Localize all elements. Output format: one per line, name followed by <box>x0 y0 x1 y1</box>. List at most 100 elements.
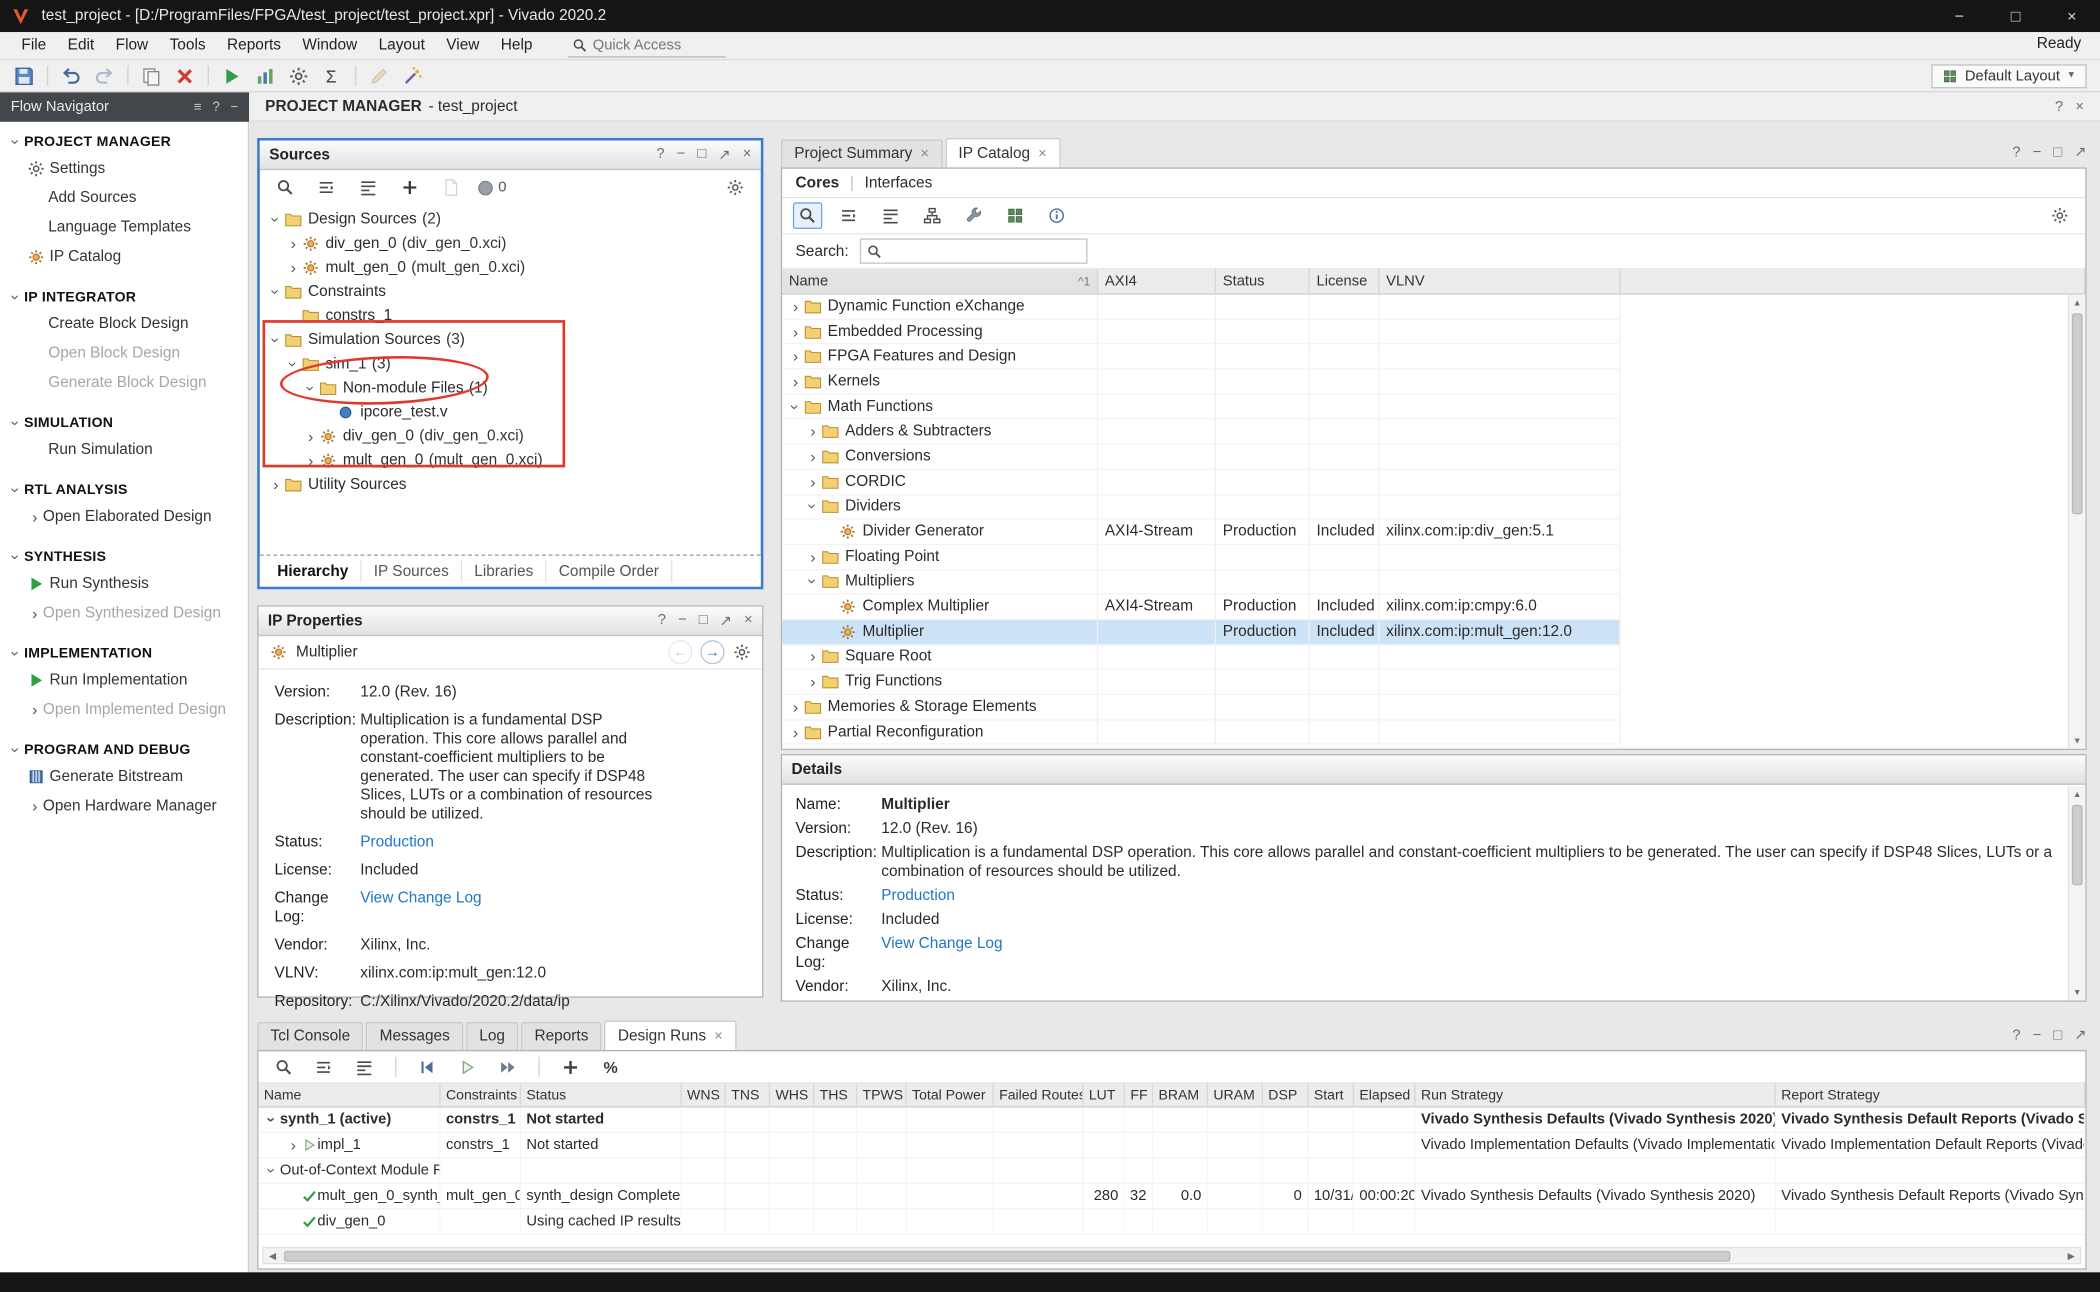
step-back-icon[interactable] <box>413 1053 442 1080</box>
help-icon[interactable]: ? <box>2012 1027 2020 1043</box>
property-value[interactable]: View Change Log <box>360 889 481 927</box>
float-icon[interactable]: ↗ <box>718 146 730 163</box>
close-icon[interactable]: × <box>743 146 752 163</box>
expander-chevron[interactable]: › <box>285 356 301 372</box>
minimize-icon[interactable]: − <box>1931 0 1987 32</box>
sidebar-item-generate-block-design[interactable]: Generate Block Design <box>0 368 248 397</box>
expander-chevron[interactable]: › <box>805 674 821 690</box>
fast-forward-icon[interactable] <box>493 1053 522 1080</box>
maximize-icon[interactable]: □ <box>1988 0 2044 32</box>
percent-icon[interactable]: % <box>596 1053 625 1080</box>
expander-chevron[interactable]: › <box>788 399 804 415</box>
maximize-icon[interactable]: □ <box>2053 144 2062 160</box>
float-icon[interactable]: ↗ <box>2074 1026 2086 1043</box>
back-icon[interactable]: ← <box>668 640 692 664</box>
tab-ip-catalog[interactable]: IP Catalog × <box>945 138 1060 167</box>
flow-section-simulation[interactable]: ›SIMULATION <box>0 411 248 435</box>
settings-gear-icon[interactable] <box>2045 202 2074 229</box>
source-tree-item-sim-1[interactable]: ›sim_1(3) <box>260 352 761 376</box>
sidebar-item-open-synthesized-design[interactable]: ›Open Synthesized Design <box>0 599 248 628</box>
redo-icon[interactable] <box>88 62 120 90</box>
design-run-row-mult-gen-0-synth-1[interactable]: mult_gen_0_synth_1mult_gen_0synth_design… <box>258 1184 2085 1209</box>
sidebar-item-language-templates[interactable]: Language Templates <box>0 213 248 242</box>
column-header-uram[interactable]: URAM <box>1208 1083 1263 1106</box>
expander-chevron[interactable]: › <box>264 1163 280 1179</box>
scroll-right-icon[interactable]: ▶ <box>2063 1250 2080 1261</box>
ip-catalog-row-dividers[interactable]: ›Dividers <box>782 495 1620 520</box>
expand-all-icon[interactable] <box>354 174 383 201</box>
sidebar-item-run-simulation[interactable]: Run Simulation <box>0 435 248 464</box>
column-header-failed-routes[interactable]: Failed Routes <box>994 1083 1084 1106</box>
sidebar-item-open-hardware-manager[interactable]: ›Open Hardware Manager <box>0 792 248 821</box>
maximize-icon[interactable]: □ <box>697 146 706 163</box>
subtab-interfaces[interactable]: Interfaces <box>865 175 933 191</box>
expander-chevron[interactable]: › <box>27 798 43 814</box>
expander-chevron[interactable]: › <box>805 574 821 590</box>
close-icon[interactable]: × <box>2075 98 2084 114</box>
column-header-wns[interactable]: WNS <box>682 1083 726 1106</box>
expander-chevron[interactable]: › <box>805 474 821 490</box>
tab-hierarchy[interactable]: Hierarchy <box>265 560 362 582</box>
expand-all-icon[interactable] <box>350 1053 379 1080</box>
column-header-run-strategy[interactable]: Run Strategy <box>1416 1083 1776 1106</box>
expander-chevron[interactable]: › <box>805 499 821 515</box>
close-icon[interactable]: × <box>2044 0 2100 32</box>
column-header-start[interactable]: Start <box>1308 1083 1354 1106</box>
expander-chevron[interactable]: › <box>27 509 43 525</box>
ip-catalog-row-dynamic-function-exchange[interactable]: ›Dynamic Function eXchange <box>782 295 1620 320</box>
source-tree-item-mult-gen-0[interactable]: ›mult_gen_0(mult_gen_0.xci) <box>260 449 761 473</box>
expander-chevron[interactable]: › <box>303 453 319 469</box>
scroll-left-icon[interactable]: ◀ <box>264 1250 281 1261</box>
tab-design-runs[interactable]: Design Runs× <box>604 1021 736 1050</box>
create-run-icon[interactable] <box>556 1053 585 1080</box>
expander-chevron[interactable]: › <box>268 332 284 348</box>
column-header-dsp[interactable]: DSP <box>1263 1083 1309 1106</box>
source-tree-item-constraints[interactable]: ›Constraints <box>260 280 761 304</box>
collapse-all-icon[interactable] <box>309 1053 338 1080</box>
ip-catalog-row-partial-reconfiguration[interactable]: ›Partial Reconfiguration <box>782 720 1620 745</box>
expander-chevron[interactable]: › <box>268 284 284 300</box>
scroll-down-icon[interactable]: ▼ <box>2069 984 2085 1000</box>
design-run-row-synth-1-active[interactable]: ›synth_1 (active)constrs_1Not startedViv… <box>258 1108 2085 1133</box>
source-tree-item-div-gen-0[interactable]: ›div_gen_0(div_gen_0.xci) <box>260 425 761 449</box>
close-icon[interactable]: × <box>744 612 753 629</box>
ip-catalog-row-cordic[interactable]: ›CORDIC <box>782 470 1620 495</box>
column-header-total-power[interactable]: Total Power <box>907 1083 994 1106</box>
menu-view[interactable]: View <box>436 38 491 54</box>
expander-chevron[interactable]: › <box>788 298 804 314</box>
collapse-all-icon[interactable] <box>834 202 863 229</box>
column-header-axi4[interactable]: AXI4 <box>1098 269 1216 293</box>
menu-layout[interactable]: Layout <box>368 38 436 54</box>
expander-chevron[interactable]: › <box>285 236 301 252</box>
search-icon[interactable] <box>793 202 822 229</box>
column-header-report-strategy[interactable]: Report Strategy <box>1776 1083 2085 1106</box>
close-icon[interactable]: × <box>714 1028 723 1044</box>
property-value[interactable]: View Change Log <box>881 935 1002 973</box>
property-value[interactable]: Production <box>881 887 955 906</box>
tab-ip-sources[interactable]: IP Sources <box>362 560 463 582</box>
flow-section-project-manager[interactable]: ›PROJECT MANAGER <box>0 130 248 154</box>
flow-section-rtl-analysis[interactable]: ›RTL ANALYSIS <box>0 478 248 502</box>
tab-messages[interactable]: Messages <box>366 1022 463 1050</box>
save-icon[interactable] <box>8 62 40 90</box>
column-header-bram[interactable]: BRAM <box>1153 1083 1208 1106</box>
sidebar-item-run-implementation[interactable]: Run Implementation <box>0 666 248 695</box>
sidebar-item-create-block-design[interactable]: Create Block Design <box>0 309 248 338</box>
tab-libraries[interactable]: Libraries <box>462 560 547 582</box>
ip-catalog-row-kernels[interactable]: ›Kernels <box>782 370 1620 395</box>
source-tree-item-simulation-sources[interactable]: ›Simulation Sources(3) <box>260 328 761 352</box>
source-tree-item-mult-gen-0[interactable]: ›mult_gen_0(mult_gen_0.xci) <box>260 256 761 280</box>
expander-chevron[interactable]: › <box>285 260 301 276</box>
maximize-icon[interactable]: □ <box>2053 1027 2062 1043</box>
scrollbar-thumb[interactable] <box>284 1250 1730 1261</box>
add-sources-icon[interactable] <box>395 174 424 201</box>
column-header-ff[interactable]: FF <box>1125 1083 1153 1106</box>
ip-catalog-row-square-root[interactable]: ›Square Root <box>782 645 1620 670</box>
expander-chevron[interactable]: › <box>8 742 24 758</box>
source-tree-item-constrs-1[interactable]: constrs_1 <box>260 304 761 328</box>
scroll-down-icon[interactable]: ▼ <box>2069 733 2085 749</box>
minimize-icon[interactable]: − <box>2033 1027 2042 1043</box>
expander-chevron[interactable]: › <box>8 289 24 305</box>
float-icon[interactable]: ↗ <box>720 612 732 629</box>
scroll-up-icon[interactable]: ▲ <box>2069 786 2085 802</box>
